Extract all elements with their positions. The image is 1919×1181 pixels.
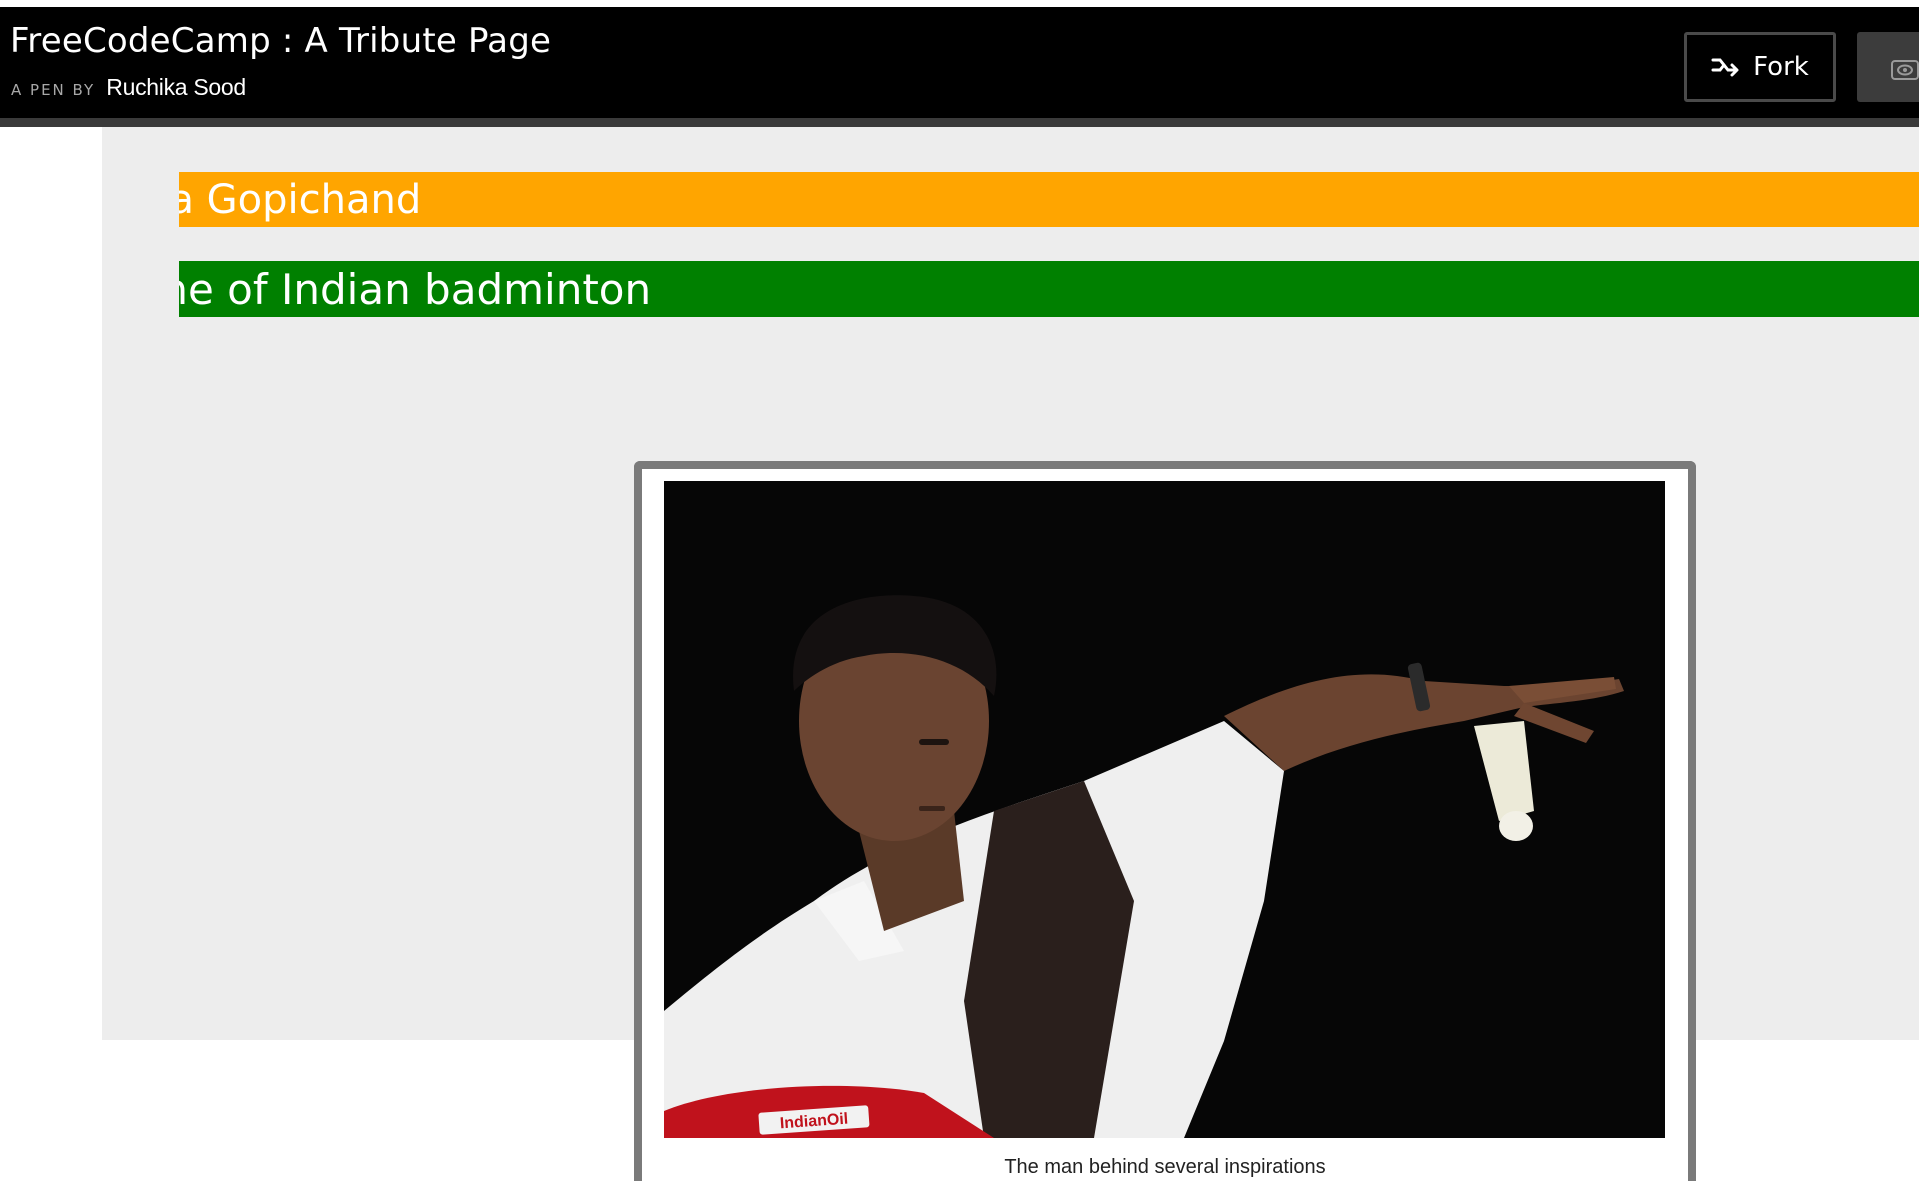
top-strip bbox=[0, 0, 1919, 7]
pen-header: FreeCodeCamp : A Tribute Page A PEN BY R… bbox=[0, 7, 1919, 127]
tagline-heading-text: Don Vito Corleone of Indian badminton bbox=[179, 265, 652, 314]
fork-button[interactable]: Fork bbox=[1684, 32, 1836, 102]
author-link[interactable]: Ruchika Sood bbox=[106, 74, 246, 100]
view-button[interactable] bbox=[1857, 32, 1919, 102]
name-heading-text: Pullela Gopichand bbox=[179, 177, 422, 223]
fork-icon bbox=[1711, 58, 1739, 77]
tribute-content: Pullela Gopichand Don Vito Corleone of I… bbox=[102, 127, 1919, 1181]
tribute-image: IndianOil bbox=[664, 481, 1665, 1138]
image-frame: IndianOil The man behind several inspira… bbox=[634, 461, 1696, 1181]
tagline-heading: Don Vito Corleone of Indian badminton bbox=[179, 261, 1919, 317]
player-photo-illustration: IndianOil bbox=[664, 481, 1665, 1138]
pen-title: FreeCodeCamp : A Tribute Page bbox=[10, 21, 552, 61]
pen-by-label: A PEN BY bbox=[11, 81, 96, 99]
eye-icon bbox=[1891, 60, 1919, 80]
fork-label: Fork bbox=[1753, 52, 1809, 82]
pen-meta: A PEN BY Ruchika Sood bbox=[11, 74, 246, 101]
name-heading: Pullela Gopichand bbox=[179, 172, 1919, 227]
image-caption: The man behind several inspirations bbox=[1004, 1156, 1326, 1178]
